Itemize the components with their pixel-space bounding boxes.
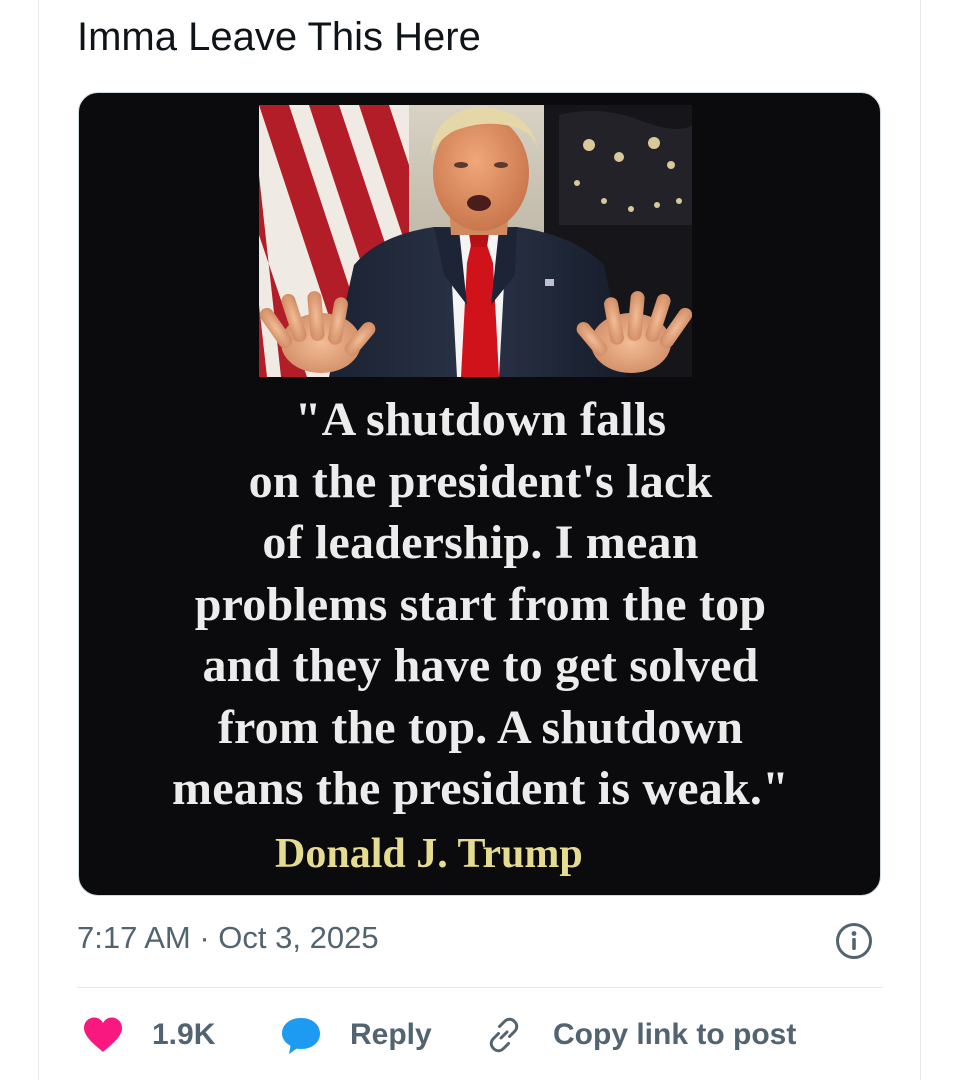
divider: [77, 987, 882, 988]
info-icon[interactable]: [834, 921, 874, 961]
quote-line: of leadership. I mean: [262, 516, 699, 569]
quote-line: means the president is weak.": [172, 762, 789, 815]
quote-line: from the top. A shutdown: [217, 700, 744, 754]
quote-line: and they have to get solved: [202, 639, 759, 692]
post-text: Imma Leave This Here: [77, 15, 481, 59]
post-image[interactable]: "A shutdown falls on the president's lac…: [78, 92, 881, 896]
quote-line: "A shutdown falls: [294, 393, 667, 446]
reply-button[interactable]: Reply: [280, 1010, 432, 1060]
like-count: 1.9K: [152, 1018, 216, 1051]
post-timestamp[interactable]: 7:17 AM · Oct 3, 2025: [77, 918, 379, 958]
speech-bubble-icon: [282, 1018, 320, 1054]
quote-line: problems start from the top: [194, 577, 767, 631]
copy-link-label: Copy link to post: [553, 1018, 797, 1051]
action-bar: 1.9K Reply Copy link to post: [0, 1010, 959, 1060]
reply-label: Reply: [350, 1018, 432, 1051]
heart-icon: [84, 1017, 122, 1052]
copy-link-button[interactable]: Copy link to post: [484, 1010, 796, 1060]
quote-text: "A shutdown falls on the president's lac…: [79, 389, 880, 820]
quote-attribution: Donald J. Trump: [275, 831, 583, 877]
frame-border-left: [38, 0, 39, 1080]
quote-line: on the president's lack: [248, 454, 713, 508]
man-in-suit-speaking-photo: [259, 105, 692, 377]
like-button[interactable]: 1.9K: [82, 1010, 215, 1060]
link-icon: [489, 1017, 519, 1053]
frame-border-right: [920, 0, 921, 1080]
